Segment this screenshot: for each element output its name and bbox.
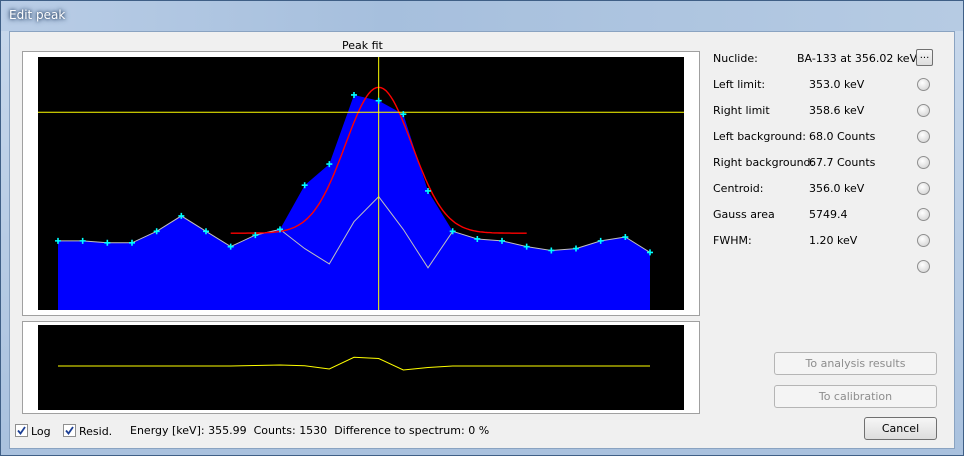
peak-fit-plot-frame — [22, 51, 700, 316]
left-limit-label: Left limit: — [713, 78, 766, 91]
energy-label: Energy [keV]: — [130, 424, 205, 437]
right-limit-label: Right limit — [713, 104, 770, 117]
right-limit-value: 358.6 keV — [809, 104, 865, 117]
edit-peak-window: Edit peak Peak fit Nuclide: BA-133 at 35… — [0, 0, 964, 456]
to-analysis-results-button[interactable]: To analysis results — [774, 352, 937, 375]
residual-plot[interactable] — [23, 322, 699, 413]
left-background-label: Left background: — [713, 130, 806, 143]
status-readout: Energy [keV]: 355.99 Counts: 1530 Differ… — [130, 424, 489, 437]
counts-label: Counts: — [253, 424, 296, 437]
gauss-area-value: 5749.4 — [809, 208, 848, 221]
centroid-label: Centroid: — [713, 182, 764, 195]
log-checkbox[interactable] — [15, 424, 28, 437]
right-background-radio[interactable] — [917, 156, 930, 169]
cancel-button[interactable]: Cancel — [864, 417, 937, 440]
centroid-radio[interactable] — [917, 182, 930, 195]
nuclide-value: BA-133 at 356.02 keV — [797, 52, 918, 65]
fwhm-value: 1.20 keV — [809, 234, 858, 247]
left-background-value: 68.0 Counts — [809, 130, 876, 143]
residual-plot-frame — [22, 321, 700, 414]
to-calibration-button[interactable]: To calibration — [774, 385, 937, 408]
centroid-value: 356.0 keV — [809, 182, 865, 195]
residual-plot-background — [38, 325, 684, 410]
fwhm-label: FWHM: — [713, 234, 752, 247]
extra-radio[interactable] — [917, 260, 930, 273]
resid-checkmark-icon — [65, 426, 74, 435]
left-limit-radio[interactable] — [917, 78, 930, 91]
counts-value: 1530 — [299, 424, 328, 437]
log-checkmark-icon — [17, 426, 26, 435]
nuclide-browse-button[interactable]: ... — [916, 49, 933, 66]
title-bar[interactable]: Edit peak — [1, 1, 963, 31]
dialog-client-area: Peak fit Nuclide: BA-133 at 356.02 keV .… — [9, 31, 955, 449]
left-background-radio[interactable] — [917, 130, 930, 143]
gauss-area-label: Gauss area — [713, 208, 775, 221]
difference-label: Difference to spectrum: — [334, 424, 465, 437]
window-title: Edit peak — [9, 8, 66, 22]
resid-checkbox[interactable] — [63, 424, 76, 437]
left-limit-value: 353.0 keV — [809, 78, 865, 91]
gauss-area-radio[interactable] — [917, 208, 930, 221]
right-background-value: 67.7 Counts — [809, 156, 876, 169]
energy-value: 355.99 — [208, 424, 247, 437]
resid-label: Resid. — [79, 425, 113, 438]
fwhm-radio[interactable] — [917, 234, 930, 247]
right-background-label: Right background: — [713, 156, 815, 169]
peak-fit-plot[interactable] — [23, 52, 699, 315]
difference-value: 0 % — [468, 424, 490, 437]
log-label: Log — [31, 425, 51, 438]
nuclide-label: Nuclide: — [713, 52, 758, 65]
right-limit-radio[interactable] — [917, 104, 930, 117]
